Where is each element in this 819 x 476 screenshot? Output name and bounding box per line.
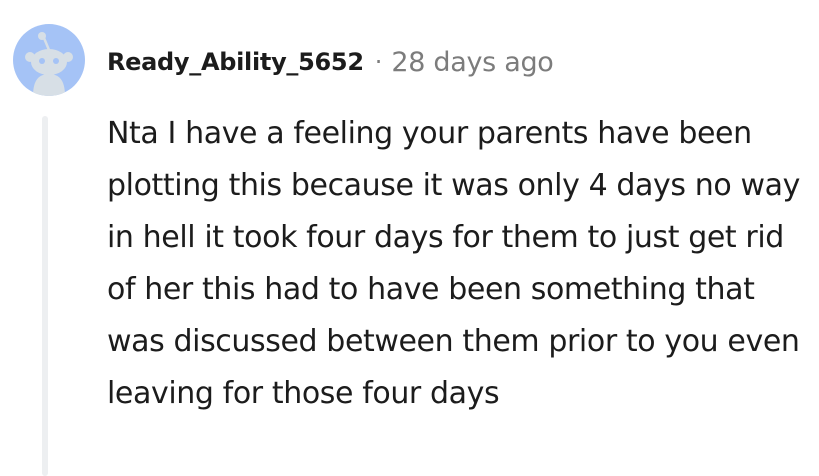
- comment-body: Nta I have a feeling your parents have b…: [107, 116, 800, 411]
- thread-collapse-line[interactable]: [42, 116, 48, 476]
- reddit-snoo-avatar-icon: [25, 32, 73, 96]
- comment-timestamp[interactable]: 28 days ago: [391, 47, 553, 78]
- avatar[interactable]: [13, 24, 85, 96]
- comment-header: Ready_Ability_5652 · 28 days ago: [107, 42, 554, 82]
- meta-separator: ·: [374, 48, 383, 76]
- comment-author[interactable]: Ready_Ability_5652: [107, 48, 364, 76]
